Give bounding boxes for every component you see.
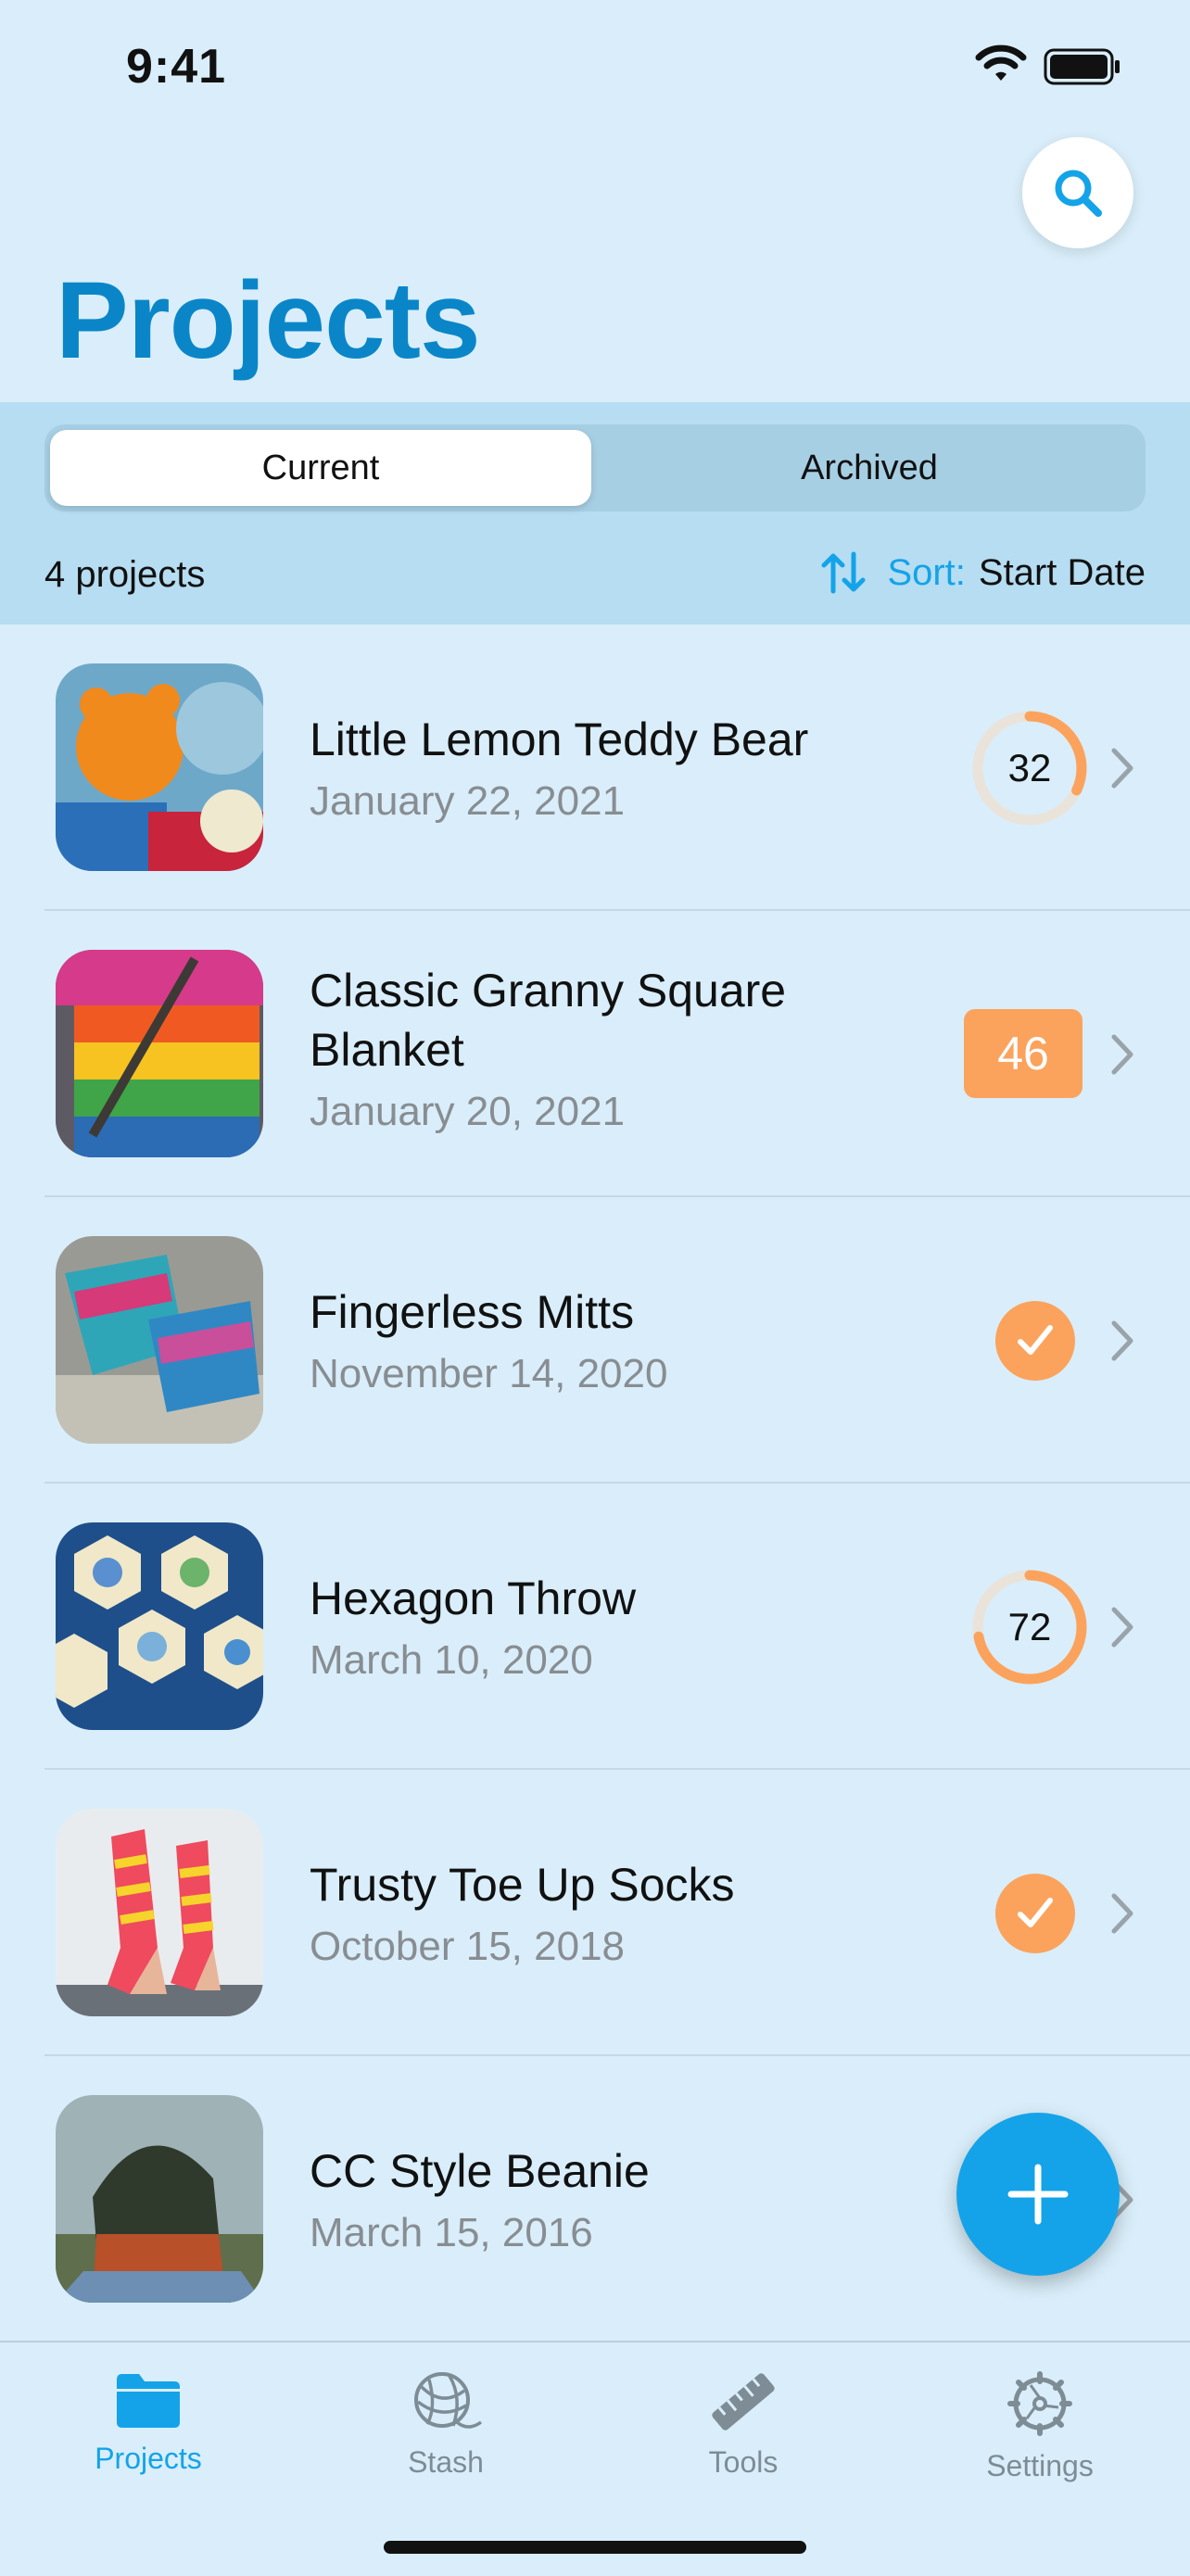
search-button[interactable]	[1022, 137, 1133, 248]
project-thumbnail	[56, 1522, 263, 1730]
folder-icon	[117, 2374, 180, 2428]
progress-ring: 72	[969, 1567, 1090, 1687]
progress-ring: 32	[969, 708, 1090, 828]
project-row[interactable]: Classic Granny Square Blanket January 20…	[0, 911, 1190, 1197]
project-date: January 22, 2021	[310, 778, 626, 824]
tab-label: Stash	[408, 2445, 484, 2479]
search-icon	[1055, 170, 1102, 217]
completed-badge	[995, 1874, 1075, 1953]
chevron-right-icon	[1111, 1893, 1133, 1934]
project-text: Hexagon Throw March 10, 2020	[310, 1569, 903, 1684]
checkmark-icon	[1018, 1898, 1053, 1927]
project-list: Little Lemon Teddy Bear January 22, 2021…	[0, 625, 1190, 2342]
project-count: 4 projects	[44, 554, 206, 595]
segmented-control: Current Archived	[44, 424, 1146, 511]
sort-value: Start Date	[978, 551, 1146, 593]
sort-arrows-icon	[821, 551, 866, 594]
project-thumbnail	[56, 2095, 263, 2303]
tab-label: Settings	[986, 2449, 1094, 2482]
project-name: CC Style Beanie	[310, 2145, 650, 2197]
filter-band: Current Archived 4 projects Sort: Start …	[0, 402, 1190, 625]
segment-current[interactable]: Current	[50, 430, 591, 506]
home-indicator	[384, 2541, 806, 2554]
project-thumbnail	[56, 663, 263, 871]
project-text: Classic Granny Square Blanket January 20…	[310, 961, 903, 1135]
project-text: Fingerless Mitts November 14, 2020	[310, 1282, 903, 1397]
gear-icon	[1007, 2371, 1072, 2436]
sort-label: Sort:	[887, 551, 966, 593]
project-thumbnail	[56, 1809, 263, 2016]
progress-value: 72	[1007, 1605, 1052, 1648]
progress-value: 32	[1007, 746, 1052, 789]
add-project-button[interactable]	[956, 2113, 1120, 2276]
project-name: Trusty Toe Up Socks	[310, 1859, 735, 1911]
sort-control[interactable]: Sort: Start Date	[818, 550, 1146, 595]
tab-label: Tools	[708, 2445, 779, 2479]
project-row[interactable]: Little Lemon Teddy Bear January 22, 2021…	[0, 625, 1190, 911]
project-name: Classic Granny Square Blanket	[310, 965, 787, 1076]
project-text: Little Lemon Teddy Bear January 22, 2021	[310, 710, 903, 825]
project-row[interactable]: Fingerless Mitts November 14, 2020	[0, 1197, 1190, 1484]
plus-icon	[1007, 2164, 1069, 2225]
checkmark-icon	[1018, 1325, 1053, 1355]
project-date: October 15, 2018	[310, 1924, 626, 1969]
project-thumbnail	[56, 1236, 263, 1444]
project-thumbnail	[56, 950, 263, 1157]
tab-tools[interactable]: Tools	[641, 2370, 845, 2480]
project-date: March 10, 2020	[310, 1637, 593, 1683]
tab-label: Projects	[95, 2442, 202, 2475]
chevron-right-icon	[1111, 748, 1133, 789]
tab-stash[interactable]: Stash	[344, 2370, 548, 2480]
project-name: Little Lemon Teddy Bear	[310, 713, 809, 765]
chevron-right-icon	[1111, 1607, 1133, 1648]
project-text: Trusty Toe Up Socks October 15, 2018	[310, 1855, 903, 1970]
ruler-icon	[712, 2373, 775, 2431]
completed-badge	[995, 1301, 1075, 1381]
row-count-badge: 46	[964, 1009, 1082, 1098]
project-name: Fingerless Mitts	[310, 1286, 635, 1338]
project-date: January 20, 2021	[310, 1089, 626, 1134]
tab-settings[interactable]: Settings	[938, 2370, 1142, 2483]
page-title: Projects	[56, 259, 481, 382]
chevron-right-icon	[1111, 1034, 1133, 1075]
project-text: CC Style Beanie March 15, 2016	[310, 2141, 903, 2256]
project-name: Hexagon Throw	[310, 1572, 637, 1624]
tab-projects[interactable]: Projects	[46, 2370, 250, 2476]
project-date: November 14, 2020	[310, 1351, 668, 1396]
segment-archived[interactable]: Archived	[599, 430, 1140, 506]
status-bar: 9:41	[0, 0, 1190, 139]
project-row[interactable]: Trusty Toe Up Socks October 15, 2018	[0, 1770, 1190, 2056]
wifi-icon	[975, 44, 1027, 81]
yarn-ball-icon	[414, 2372, 483, 2429]
project-row[interactable]: Hexagon Throw March 10, 2020 72	[0, 1484, 1190, 1770]
project-date: March 15, 2016	[310, 2210, 593, 2255]
chevron-right-icon	[1111, 1320, 1133, 1361]
status-time: 9:41	[126, 40, 227, 94]
battery-icon	[1044, 48, 1120, 85]
